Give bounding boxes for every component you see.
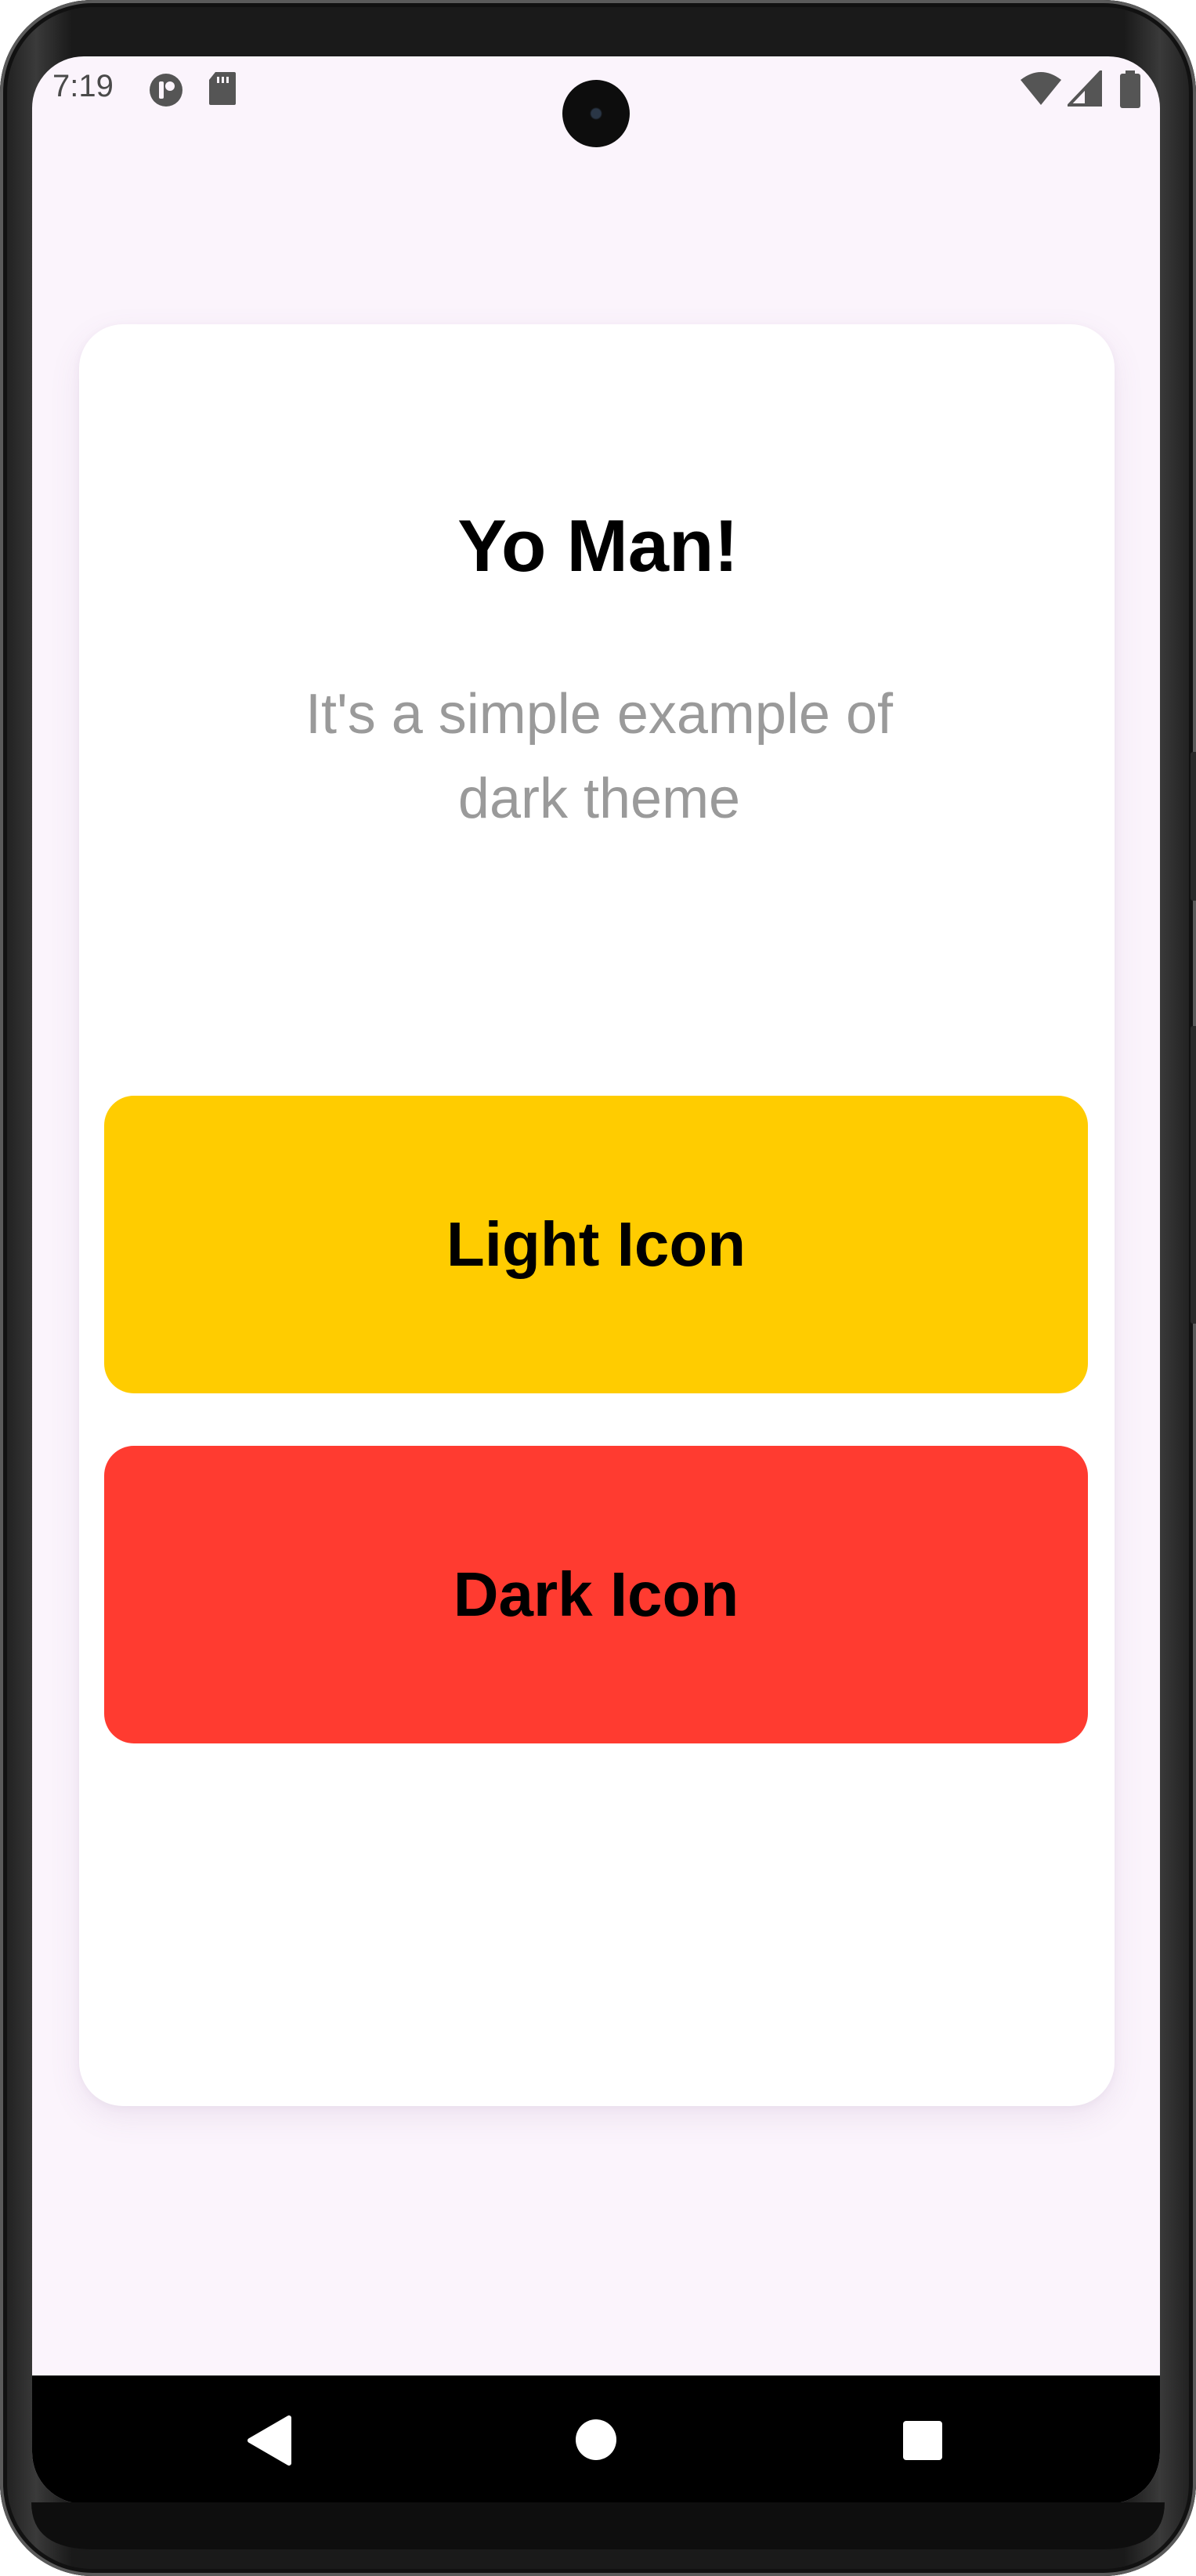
cellular-signal-icon <box>1068 70 1102 107</box>
dark-icon-button[interactable]: Dark Icon <box>104 1446 1088 1743</box>
sd-card-icon <box>209 72 236 105</box>
status-time: 7:19 <box>52 69 114 103</box>
navigation-bar <box>32 2375 1160 2504</box>
home-icon[interactable] <box>576 2419 616 2460</box>
power-button <box>1191 752 1196 901</box>
card-subtitle: It's a simple example of dark theme <box>305 683 894 830</box>
wifi-icon <box>1021 72 1061 105</box>
front-camera <box>562 80 630 147</box>
card-title: Yo Man! <box>457 504 739 587</box>
light-icon-button[interactable]: Light Icon <box>104 1096 1088 1393</box>
recents-icon[interactable] <box>903 2421 942 2460</box>
back-icon[interactable] <box>245 2413 292 2468</box>
status-bar: 7:19 <box>32 56 1160 147</box>
bottom-bezel <box>31 2502 1165 2549</box>
battery-icon <box>1120 70 1140 108</box>
cast-icon <box>150 74 182 107</box>
volume-button <box>1191 1026 1196 1324</box>
